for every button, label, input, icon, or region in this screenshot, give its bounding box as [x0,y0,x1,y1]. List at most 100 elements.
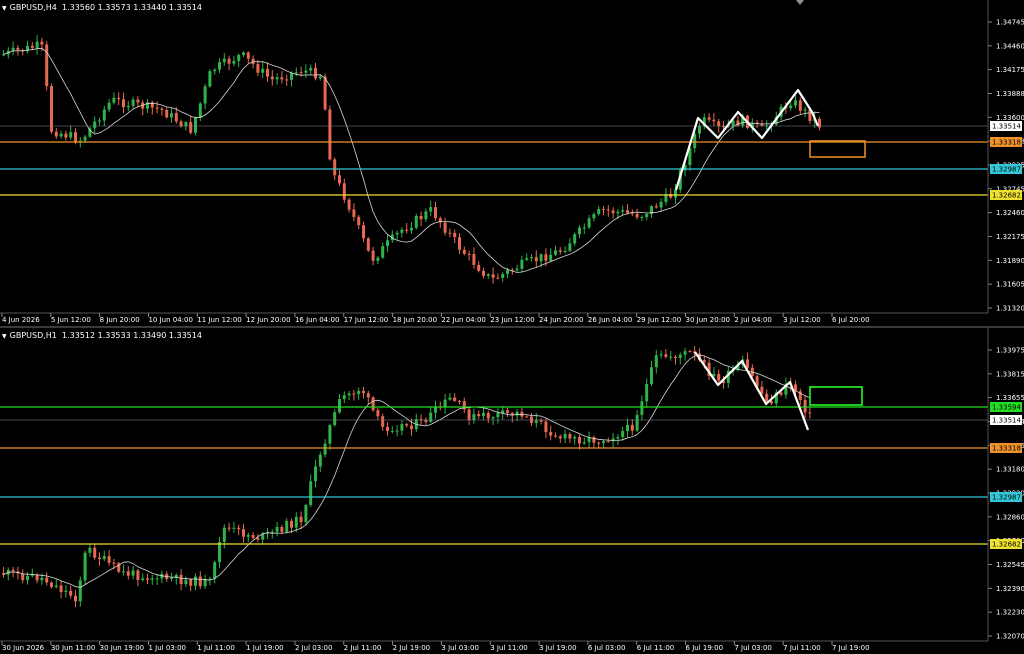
candle-body [40,41,44,45]
candle-body [146,578,149,580]
price-tick-label: 1.31320 [996,305,1024,313]
candle-body [299,72,303,74]
candle-body [362,390,365,394]
chart-canvas-h4[interactable]: 1.34745 1.34460 1.34175 1.33888 1.33600 1.333… [0,0,1024,326]
candle-body [237,54,241,61]
candle-body [371,397,375,411]
candle-body [16,47,20,51]
candle-body [21,573,25,581]
candle-body [429,412,433,422]
candle-body [712,373,716,376]
candle-body [405,424,409,426]
price-tick-label: 1.32070 [996,633,1024,641]
candle-body [83,136,87,141]
chart-canvas-h1[interactable]: 1.339751.338151.336551.334941.333351.331… [0,328,1024,654]
chart-shift-marker-h4[interactable] [796,0,804,5]
time-axis-h1[interactable]: 30 Jun 2026 30 Jun 11:00 30 Jun 19:00 1 Jul… [1,641,870,652]
candle-body [40,577,44,581]
chart-panel-h1[interactable]: 1.339751.338151.336551.334941.333351.331… [0,328,1024,654]
candle-body [112,562,116,564]
candle-body [323,443,327,455]
candle-body [194,576,197,586]
candle-body [746,359,749,368]
time-tick-label: 6 Jul 03:00 [588,644,626,652]
candle-body [381,246,385,258]
time-tick-label: 1 Jul 19:00 [246,644,284,652]
candle-body [69,590,73,596]
candle-body [352,393,356,395]
candle-body [582,442,586,444]
target-box-orange[interactable] [809,140,866,158]
time-tick-label: 30 Jun 19:00 [100,644,144,652]
candle-body [218,62,221,70]
candle-body [578,227,581,235]
dropdown-triangle-icon[interactable]: ▼ [2,333,7,340]
candle-body [78,580,82,602]
candle-body [635,414,639,431]
candle-body [347,393,351,396]
price-tick-label: 1.32460 [996,209,1024,217]
candle-body [563,250,567,252]
time-tick-label: 7 Jul 11:00 [783,644,821,652]
chart-panel-h4[interactable]: 1.34745 1.34460 1.34175 1.33888 1.33600 1.333… [0,0,1024,326]
chart-title-h1: ▼ GBPUSD,H1 1.33512 1.33533 1.33490 1.335… [2,331,202,340]
price-tick-label: 1.32230 [996,609,1024,617]
time-axis-h4[interactable]: 4 Jun 2026 5 Jun 12:00 8 Jun 20:00 10 Jun 0… [1,313,870,324]
candle-body [794,100,797,106]
ohlc-values: 1.33560 1.33573 1.33440 1.33514 [61,3,202,12]
candle-body [400,424,404,431]
candle-body [371,250,375,261]
candle-body [338,175,341,184]
candle-body [640,401,644,415]
candle-body [395,232,399,235]
candle-body [717,373,721,381]
candle-body [678,354,682,358]
candle-body [122,99,125,108]
time-tick-label: 2 Jul 04:00 [734,316,772,324]
time-tick-label: 2 Jul 19:00 [393,644,431,652]
candle-body [290,520,293,528]
candle-body [304,505,308,523]
price-tick-label: 1.33655 [996,394,1024,402]
price-tick-label: 1.31605 [996,281,1024,289]
candle-body [50,86,53,132]
candle-body [198,103,202,118]
candle-body [467,409,471,420]
candle-body [808,412,812,414]
candle-body [357,390,361,395]
price-tick-label: 1.33815 [996,370,1024,378]
candle-body [227,527,231,529]
candle-body [592,214,596,219]
green-price-tag-label: 1.33594 [992,404,1021,412]
candle-body [285,79,289,81]
candle-body [482,412,485,417]
moving-average-h4 [3,47,820,273]
candle-body [232,527,236,529]
candle-body [434,207,437,219]
dropdown-triangle-icon[interactable]: ▼ [2,5,7,12]
candle-body [117,97,121,100]
price-tick-label: 1.33600 [996,114,1024,122]
candle-body [779,392,783,395]
time-tick-label: 7 Jul 03:00 [734,644,772,652]
candle-body [338,399,341,413]
candle-body [246,52,250,59]
price-tick-label: 1.32545 [996,561,1024,569]
candle-body [453,397,457,401]
candle-body [362,225,365,239]
time-tick-label: 26 Jun 04:00 [588,316,632,324]
candle-body [549,432,553,436]
time-tick-label: 24 Jun 20:00 [539,316,583,324]
candle-body [64,133,68,138]
orange-price-tag-label: 1.33318 [992,139,1021,147]
candle-body [472,414,476,420]
candle-body [232,60,236,64]
candle-body [93,121,97,129]
candle-body [506,270,509,275]
target-box-green[interactable] [809,386,863,406]
candle-body [410,425,413,430]
candle-body [290,72,293,80]
candle-body [30,45,34,48]
candle-body [222,527,226,542]
yellow-price-tag-label: 1.32682 [992,541,1021,549]
